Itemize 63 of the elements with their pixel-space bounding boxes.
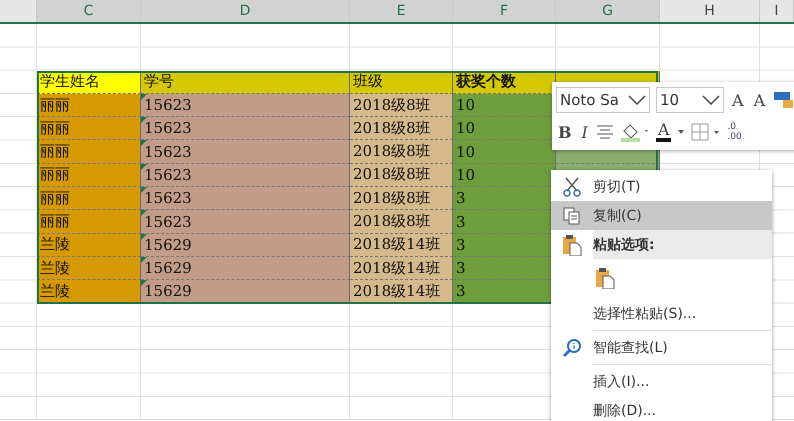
table-cell: 15629 bbox=[141, 256, 350, 280]
column-header[interactable]: F bbox=[453, 0, 556, 22]
table-cell: 丽丽 bbox=[37, 187, 141, 210]
menu-section-header: 粘贴选项: bbox=[593, 230, 772, 259]
menu-item[interactable]: 智能查找(L) bbox=[551, 333, 772, 362]
table-cell: 2018级14班 bbox=[350, 256, 453, 280]
caret-icon[interactable] bbox=[677, 129, 686, 135]
column-header[interactable]: D bbox=[141, 0, 350, 22]
font-color-button[interactable]: A bbox=[656, 122, 672, 142]
table-cell: 丽丽 bbox=[37, 164, 141, 188]
table-cell: 兰陵 bbox=[37, 234, 141, 257]
header-cell: 学生姓名 bbox=[37, 70, 141, 94]
table-cell: 15623 bbox=[141, 117, 350, 140]
table-cell: 15623 bbox=[141, 164, 350, 188]
fill-color-icon[interactable] bbox=[620, 122, 650, 142]
table-cell: 15623 bbox=[141, 187, 350, 210]
decrease-font-size-button[interactable]: A bbox=[752, 90, 768, 110]
font-name-field[interactable]: Noto Sa bbox=[556, 87, 650, 113]
table-cell: 2018级14班 bbox=[350, 234, 453, 257]
table-cell: 兰陵 bbox=[37, 280, 141, 304]
chevron-down-icon bbox=[628, 95, 646, 105]
table-cell: 15629 bbox=[141, 234, 350, 257]
search-icon bbox=[562, 338, 582, 358]
table-cell: 15623 bbox=[141, 210, 350, 234]
table-cell: 丽丽 bbox=[37, 210, 141, 234]
table-cell: 2018级8班 bbox=[350, 164, 453, 188]
table-cell: 2018级8班 bbox=[350, 117, 453, 140]
table-cell: 2018级8班 bbox=[350, 140, 453, 164]
table-cell: 兰陵 bbox=[37, 256, 141, 280]
clipboard-icon bbox=[595, 266, 615, 288]
borders-icon[interactable] bbox=[691, 123, 722, 141]
table-cell: 2018级8班 bbox=[350, 187, 453, 210]
column-header[interactable]: C bbox=[37, 0, 141, 22]
column-header[interactable]: G bbox=[556, 0, 660, 22]
header-cell: 获奖个数 bbox=[453, 70, 556, 94]
menu-item[interactable]: 复制(C) bbox=[551, 201, 772, 230]
format-painter-icon[interactable] bbox=[773, 91, 794, 109]
table-cell: 丽丽 bbox=[37, 140, 141, 164]
font-size-field[interactable]: 10 bbox=[656, 87, 724, 113]
table-cell: 15623 bbox=[141, 140, 350, 164]
clipboard-icon bbox=[562, 234, 582, 256]
table-cell: 丽丽 bbox=[37, 94, 141, 118]
align-center-icon[interactable] bbox=[596, 125, 614, 139]
table-cell: 丽丽 bbox=[37, 117, 141, 140]
table-cell: 2018级8班 bbox=[350, 94, 453, 118]
bold-button[interactable]: B bbox=[556, 122, 574, 142]
header-cell: 学号 bbox=[141, 70, 350, 94]
menu-item[interactable]: 删除(D)... bbox=[551, 396, 772, 421]
column-header[interactable]: E bbox=[350, 0, 453, 22]
table-cell: 2018级14班 bbox=[350, 280, 453, 304]
table-cell: 2018级8班 bbox=[350, 210, 453, 234]
table-cell: 15623 bbox=[141, 94, 350, 118]
table-cell: 10 bbox=[453, 140, 556, 164]
table-cell: 15629 bbox=[141, 280, 350, 304]
italic-button[interactable]: I bbox=[580, 122, 590, 142]
decrease-decimal-button[interactable]: .0 .00 bbox=[727, 122, 742, 142]
chevron-down-icon bbox=[702, 95, 720, 105]
table-cell: 10 bbox=[453, 164, 556, 188]
header-cell: 班级 bbox=[350, 70, 453, 94]
scissors-icon bbox=[563, 176, 581, 196]
copy-icon bbox=[563, 206, 581, 224]
increase-font-size-button[interactable]: A bbox=[730, 90, 746, 110]
menu-item[interactable]: 插入(I)... bbox=[551, 367, 772, 396]
